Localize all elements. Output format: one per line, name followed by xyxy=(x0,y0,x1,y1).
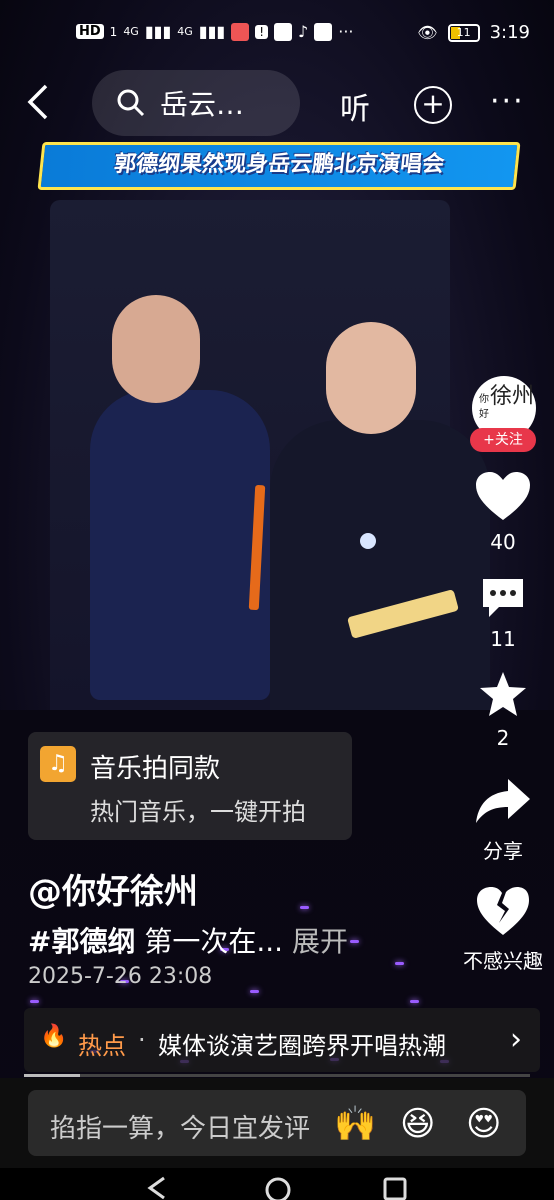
search-text: 岳云… xyxy=(160,88,245,121)
tiktok-icon: ♪ xyxy=(298,22,309,41)
performer-left-head xyxy=(112,295,200,403)
heart-icon xyxy=(476,472,530,520)
video-title-banner: 郭德纲果然现身岳云鹏北京演唱会 xyxy=(37,142,521,190)
search-box[interactable]: 岳云… xyxy=(92,70,300,136)
chevron-right-icon: › xyxy=(510,1022,522,1057)
microphone xyxy=(360,533,376,549)
performer-right-head xyxy=(326,322,416,434)
signal-icon: ▮▮▮ xyxy=(144,22,172,41)
sim-badge: 1 xyxy=(109,24,118,39)
heart-eyes-emoji-button[interactable]: 😍 xyxy=(466,1104,501,1144)
weibo-icon-2 xyxy=(314,22,333,41)
battery-icon: 11 xyxy=(447,23,480,42)
signal-icon-2: ▮▮▮ xyxy=(198,22,226,41)
not-interested-label: 不感兴趣 xyxy=(463,949,543,973)
clap-emoji-button[interactable]: 🙌 xyxy=(334,1104,376,1144)
hot-tag: 热点 xyxy=(78,1032,126,1060)
app-notification-icon xyxy=(231,22,250,41)
hot-topic-bar[interactable]: 🔥 热点 · 媒体谈演艺圈跨界开唱热潮 › xyxy=(24,1008,540,1072)
video-player[interactable]: HD 1 4G ▮▮▮ 4G ▮▮▮ ! ♪ ··· 👁 11 3:19 郭德纲… xyxy=(0,0,554,1200)
comment-bar: 掐指一算，今日宜发评 🙌 😆 😍 xyxy=(0,1078,554,1168)
clock: 3:19 xyxy=(489,22,530,43)
star-icon xyxy=(480,672,526,716)
hot-separator: · xyxy=(138,1026,146,1054)
comment-count: 11 xyxy=(490,627,516,651)
music-subtitle: 热门音乐，一键开拍 xyxy=(90,798,306,826)
not-interested-button[interactable]: 不感兴趣 xyxy=(460,885,546,974)
search-icon xyxy=(117,89,145,117)
chevron-left-icon xyxy=(27,84,48,120)
network-4g-2: 4G xyxy=(177,25,193,38)
comment-button[interactable]: 11 xyxy=(460,575,546,651)
system-nav-bar xyxy=(0,1168,554,1200)
performer-right xyxy=(270,420,490,720)
hd-badge: HD xyxy=(76,24,104,39)
nav-recent-icon[interactable] xyxy=(382,1176,408,1200)
share-label: 分享 xyxy=(483,839,523,863)
nav-home-icon[interactable] xyxy=(264,1176,292,1200)
music-note-icon: ♫ xyxy=(40,746,76,782)
video-progress[interactable] xyxy=(24,1074,530,1077)
music-same-style-card[interactable]: ♫ 音乐拍同款 热门音乐，一键开拍 xyxy=(28,732,352,840)
back-button[interactable] xyxy=(24,82,54,122)
video-progress-fill xyxy=(24,1074,80,1077)
favorite-count: 2 xyxy=(496,726,510,750)
status-bar: HD 1 4G ▮▮▮ 4G ▮▮▮ ! ♪ ··· 👁 11 3:19 xyxy=(0,0,554,60)
alert-icon: ! xyxy=(255,24,269,39)
expand-button[interactable]: 展开 xyxy=(292,925,348,958)
fire-icon: 🔥 xyxy=(40,1024,68,1049)
top-bar: 岳云… 听 + ··· xyxy=(0,70,554,140)
more-button[interactable]: ··· xyxy=(490,84,525,119)
nav-back-icon[interactable] xyxy=(146,1176,168,1200)
eye-icon: 👁 xyxy=(417,23,438,42)
post-date: 2025-7-26 23:08 xyxy=(28,964,213,989)
like-count: 40 xyxy=(490,530,516,554)
network-4g-1: 4G xyxy=(123,25,139,38)
caption-text: 第一次在... xyxy=(135,925,284,958)
performer-left xyxy=(90,390,270,700)
add-button[interactable]: + xyxy=(414,86,452,124)
more-status-dots: ··· xyxy=(338,22,354,41)
share-arrow-icon xyxy=(476,779,530,823)
favorite-button[interactable]: 2 xyxy=(460,670,546,750)
hot-topic-text: 媒体谈演艺圈跨界开唱热潮 xyxy=(158,1032,446,1060)
comment-input[interactable]: 掐指一算，今日宜发评 🙌 😆 😍 xyxy=(28,1090,526,1156)
like-button[interactable]: 40 xyxy=(460,470,546,554)
hashtag-link[interactable]: #郭德纲 xyxy=(28,925,135,958)
listen-button[interactable]: 听 xyxy=(340,84,370,128)
laugh-emoji-button[interactable]: 😆 xyxy=(400,1104,435,1144)
music-title: 音乐拍同款 xyxy=(90,754,221,784)
broken-heart-icon xyxy=(477,887,529,935)
comment-placeholder: 掐指一算，今日宜发评 xyxy=(50,1114,311,1144)
follow-button[interactable]: +关注 xyxy=(470,428,536,452)
weibo-icon xyxy=(274,22,293,41)
share-button[interactable]: 分享 xyxy=(460,775,546,864)
comment-icon xyxy=(483,579,523,617)
post-caption: #郭德纲 第一次在... 展开 xyxy=(28,920,348,960)
author-name[interactable]: @你好徐州 xyxy=(28,864,198,913)
